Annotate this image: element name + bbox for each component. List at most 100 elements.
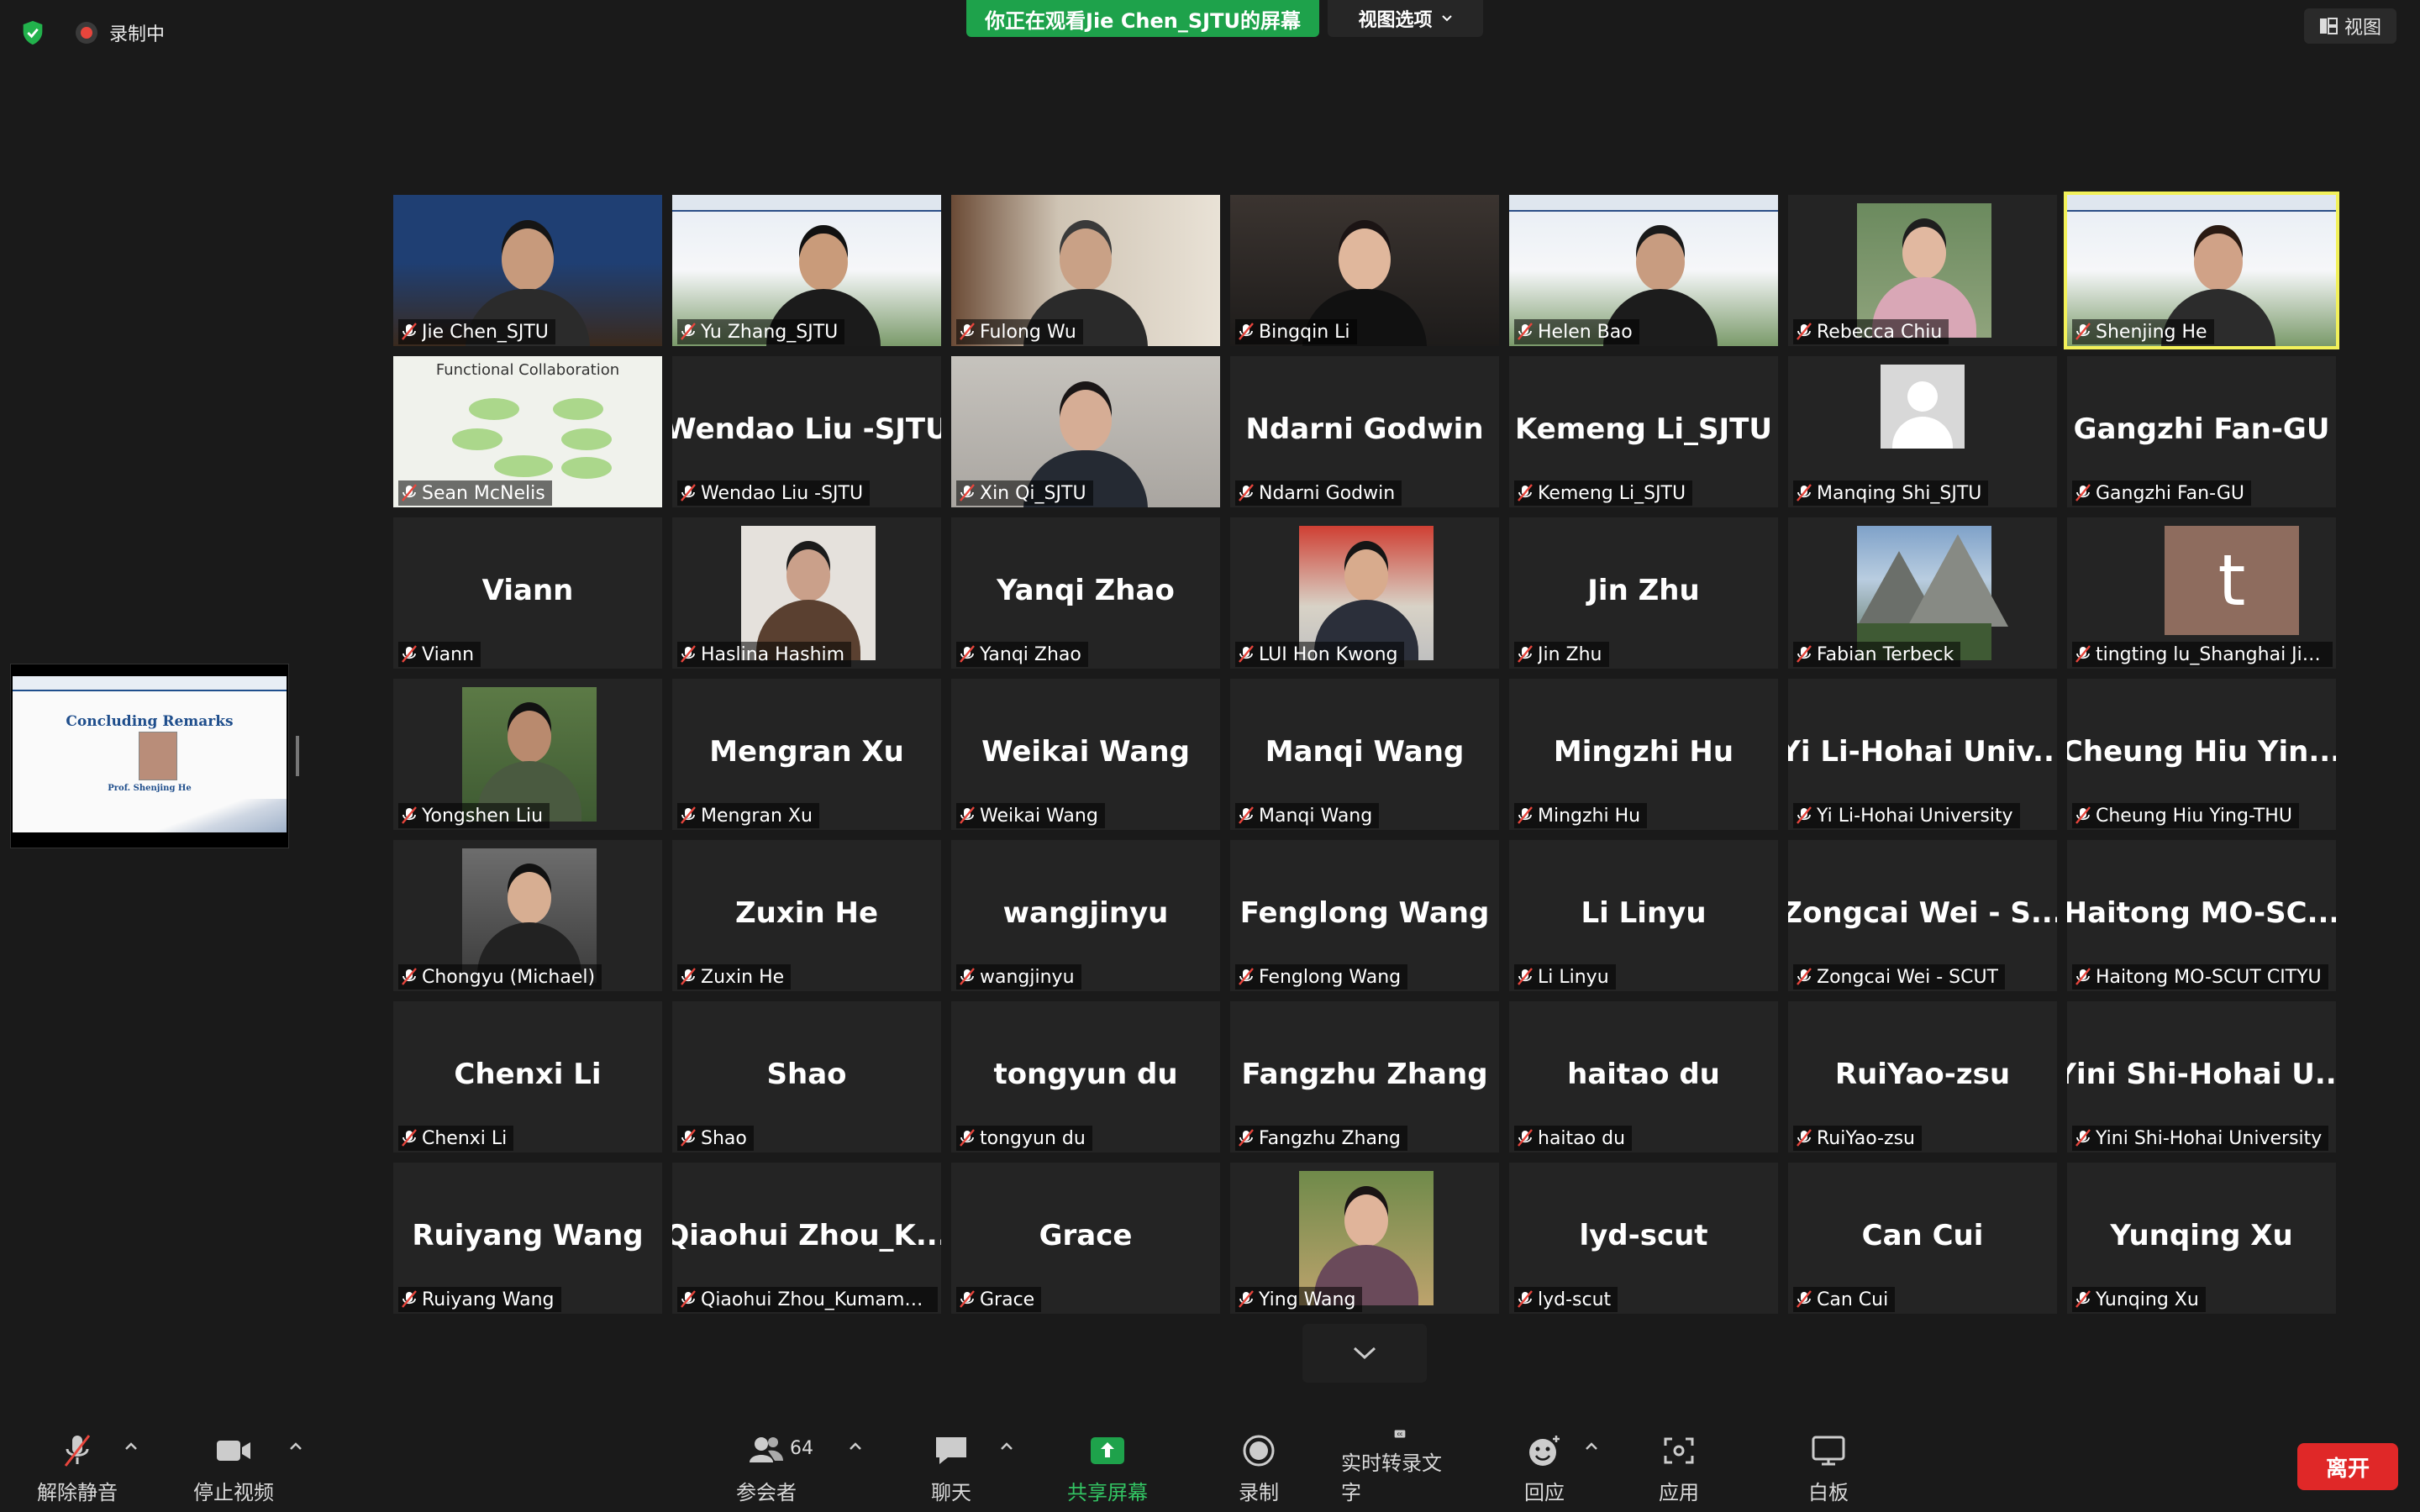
shared-screen-thumbnail[interactable]: Concluding Remarks Prof. Shenjing He	[10, 664, 289, 848]
apps-label: 应用	[1659, 1481, 1699, 1504]
participant-tile[interactable]: Chenxi Li Chenxi Li	[393, 1001, 662, 1152]
participant-tile[interactable]: t tingting lu_Shanghai Jia...	[2067, 517, 2336, 669]
participant-tile[interactable]: Jie Chen_SJTU	[393, 195, 662, 346]
participant-tile[interactable]: Fabian Terbeck	[1788, 517, 2057, 669]
participant-tile[interactable]: Manqing Shi_SJTU	[1788, 356, 2057, 507]
participant-tile[interactable]: Xin Qi_SJTU	[951, 356, 1220, 507]
person-head	[1902, 227, 1946, 279]
thumbnail-resize-handle[interactable]	[296, 736, 299, 776]
participant-name-label: Grace	[956, 1287, 1042, 1312]
microphone-muted-icon	[64, 1435, 91, 1467]
participant-tile[interactable]: Zongcai Wei - S... Zongcai Wei - SCUT	[1788, 840, 2057, 991]
participant-tile[interactable]: Shao Shao	[672, 1001, 941, 1152]
participant-tile[interactable]: Yi Li-Hohai Univ... Yi Li-Hohai Universit…	[1788, 679, 2057, 830]
participant-tile[interactable]: tongyun du tongyun du	[951, 1001, 1220, 1152]
microphone-muted-icon	[2075, 323, 2091, 340]
participant-tile[interactable]: Weikai Wang Weikai Wang	[951, 679, 1220, 830]
participant-name-label: Kemeng Li_SJTU	[1514, 480, 1693, 506]
person-head	[1344, 549, 1388, 601]
recording-indicator[interactable]: 录制中	[76, 18, 165, 47]
participant-tile[interactable]: Jin Zhu Jin Zhu	[1509, 517, 1778, 669]
participant-tile[interactable]: Yini Shi-Hohai U... Yini Shi-Hohai Univer…	[2067, 1001, 2336, 1152]
participant-name: wangjinyu	[980, 966, 1075, 988]
participant-name: Kemeng Li_SJTU	[1538, 482, 1686, 504]
person-head	[1059, 228, 1113, 291]
participant-tile[interactable]: Functional Collaboration Sean McNelis	[393, 356, 662, 507]
view-button[interactable]: 视图	[2304, 8, 2396, 44]
collapse-gallery-button[interactable]	[1302, 1324, 1427, 1383]
leave-meeting-button[interactable]: 离开	[2297, 1443, 2398, 1490]
participant-tile[interactable]: Ruiyang Wang Ruiyang Wang	[393, 1163, 662, 1314]
participant-tile[interactable]: Chongyu (Michael)	[393, 840, 662, 991]
participants-options-caret-icon[interactable]	[845, 1438, 865, 1455]
participant-tile[interactable]: LUI Hon Kwong	[1230, 517, 1499, 669]
participant-tile[interactable]: wangjinyu wangjinyu	[951, 840, 1220, 991]
participant-name: Yanqi Zhao	[980, 643, 1081, 665]
participant-tile[interactable]: Bingqin Li	[1230, 195, 1499, 346]
microphone-muted-icon	[1239, 645, 1254, 663]
participant-tile[interactable]: Rebecca Chiu	[1788, 195, 2057, 346]
stop-video-button[interactable]: 停止视频	[175, 1428, 292, 1505]
share-screen-button[interactable]: 共享屏幕	[1049, 1428, 1166, 1505]
reactions-options-caret-icon[interactable]	[1581, 1438, 1602, 1455]
apps-button[interactable]: 应用	[1620, 1428, 1738, 1505]
record-button[interactable]: 录制	[1200, 1428, 1318, 1505]
participant-tile[interactable]: Kemeng Li_SJTU Kemeng Li_SJTU	[1509, 356, 1778, 507]
participant-name: Zongcai Wei - SCUT	[1817, 966, 1999, 988]
microphone-muted-icon	[681, 1129, 696, 1147]
participant-tile[interactable]: Fenglong Wang Fenglong Wang	[1230, 840, 1499, 991]
participant-name-label: Yongshen Liu	[398, 803, 550, 828]
participant-tile[interactable]: haitao du haitao du	[1509, 1001, 1778, 1152]
participant-tile[interactable]: Ndarni Godwin Ndarni Godwin	[1230, 356, 1499, 507]
participant-tile[interactable]: Wendao Liu -SJTU Wendao Liu -SJTU	[672, 356, 941, 507]
participant-tile[interactable]: Shenjing He	[2064, 192, 2339, 349]
participant-tile[interactable]: Yongshen Liu	[393, 679, 662, 830]
participant-tile[interactable]: Gangzhi Fan-GU Gangzhi Fan-GU	[2067, 356, 2336, 507]
participant-tile[interactable]: Manqi Wang Manqi Wang	[1230, 679, 1499, 830]
participant-name-label: Bingqin Li	[1235, 319, 1357, 344]
unmute-button[interactable]: 解除静音	[18, 1428, 136, 1505]
audio-options-caret-icon[interactable]	[121, 1438, 141, 1455]
participant-name-label: Can Cui	[1793, 1287, 1896, 1312]
view-options-button[interactable]: 视图选项	[1328, 0, 1483, 37]
security-shield-icon[interactable]	[18, 18, 47, 47]
participant-tile[interactable]: Mingzhi Hu Mingzhi Hu	[1509, 679, 1778, 830]
participant-tile[interactable]: lyd-scut lyd-scut	[1509, 1163, 1778, 1314]
participant-photo	[462, 687, 597, 822]
participant-name-label: Fenglong Wang	[1235, 964, 1408, 990]
participant-tile[interactable]: Mengran Xu Mengran Xu	[672, 679, 941, 830]
participant-tile[interactable]: Haslina Hashim	[672, 517, 941, 669]
closed-caption-icon: CC	[1394, 1430, 1406, 1438]
chat-options-caret-icon[interactable]	[997, 1438, 1017, 1455]
participant-tile[interactable]: Cheung Hiu Yin... Cheung Hiu Ying-THU	[2067, 679, 2336, 830]
participant-tile[interactable]: Helen Bao	[1509, 195, 1778, 346]
participant-name: Fabian Terbeck	[1817, 643, 1954, 665]
microphone-muted-icon	[1797, 323, 1812, 340]
slide-title: Concluding Remarks	[66, 713, 234, 730]
microphone-muted-icon	[2075, 1129, 2091, 1147]
participant-tile[interactable]: Fulong Wu	[951, 195, 1220, 346]
participant-tile[interactable]: Qiaohui Zhou_K... Qiaohui Zhou_Kumamo...	[672, 1163, 941, 1314]
slide-presenter-name: Prof. Shenjing He	[108, 784, 192, 793]
chat-button[interactable]: 聊天	[892, 1428, 1010, 1505]
participant-tile[interactable]: Can Cui Can Cui	[1788, 1163, 2057, 1314]
participant-tile[interactable]: Viann Viann	[393, 517, 662, 669]
participant-tile[interactable]: Yunqing Xu Yunqing Xu	[2067, 1163, 2336, 1314]
live-transcript-label: 实时转录文字	[1341, 1452, 1442, 1504]
participant-tile[interactable]: Li Linyu Li Linyu	[1509, 840, 1778, 991]
participant-name-label: RuiYao-zsu	[1793, 1126, 1923, 1151]
participant-tile[interactable]: Grace Grace	[951, 1163, 1220, 1314]
live-transcript-button[interactable]: CC 实时转录文字	[1341, 1428, 1459, 1505]
participant-tile[interactable]: RuiYao-zsu RuiYao-zsu	[1788, 1001, 2057, 1152]
participant-tile[interactable]: Fangzhu Zhang Fangzhu Zhang	[1230, 1001, 1499, 1152]
participant-name-label: Ying Wang	[1235, 1287, 1363, 1312]
participant-tile[interactable]: Haitong MO-SC... Haitong MO-SCUT CITYU	[2067, 840, 2336, 991]
participant-tile[interactable]: Yu Zhang_SJTU	[672, 195, 941, 346]
participant-tile[interactable]: Ying Wang	[1230, 1163, 1499, 1314]
whiteboard-button[interactable]: 白板	[1770, 1428, 1887, 1505]
participant-tile[interactable]: Yanqi Zhao Yanqi Zhao	[951, 517, 1220, 669]
participant-name: Haslina Hashim	[701, 643, 845, 665]
participant-tile[interactable]: Zuxin He Zuxin He	[672, 840, 941, 991]
video-options-caret-icon[interactable]	[286, 1438, 306, 1455]
person-head	[799, 234, 848, 291]
